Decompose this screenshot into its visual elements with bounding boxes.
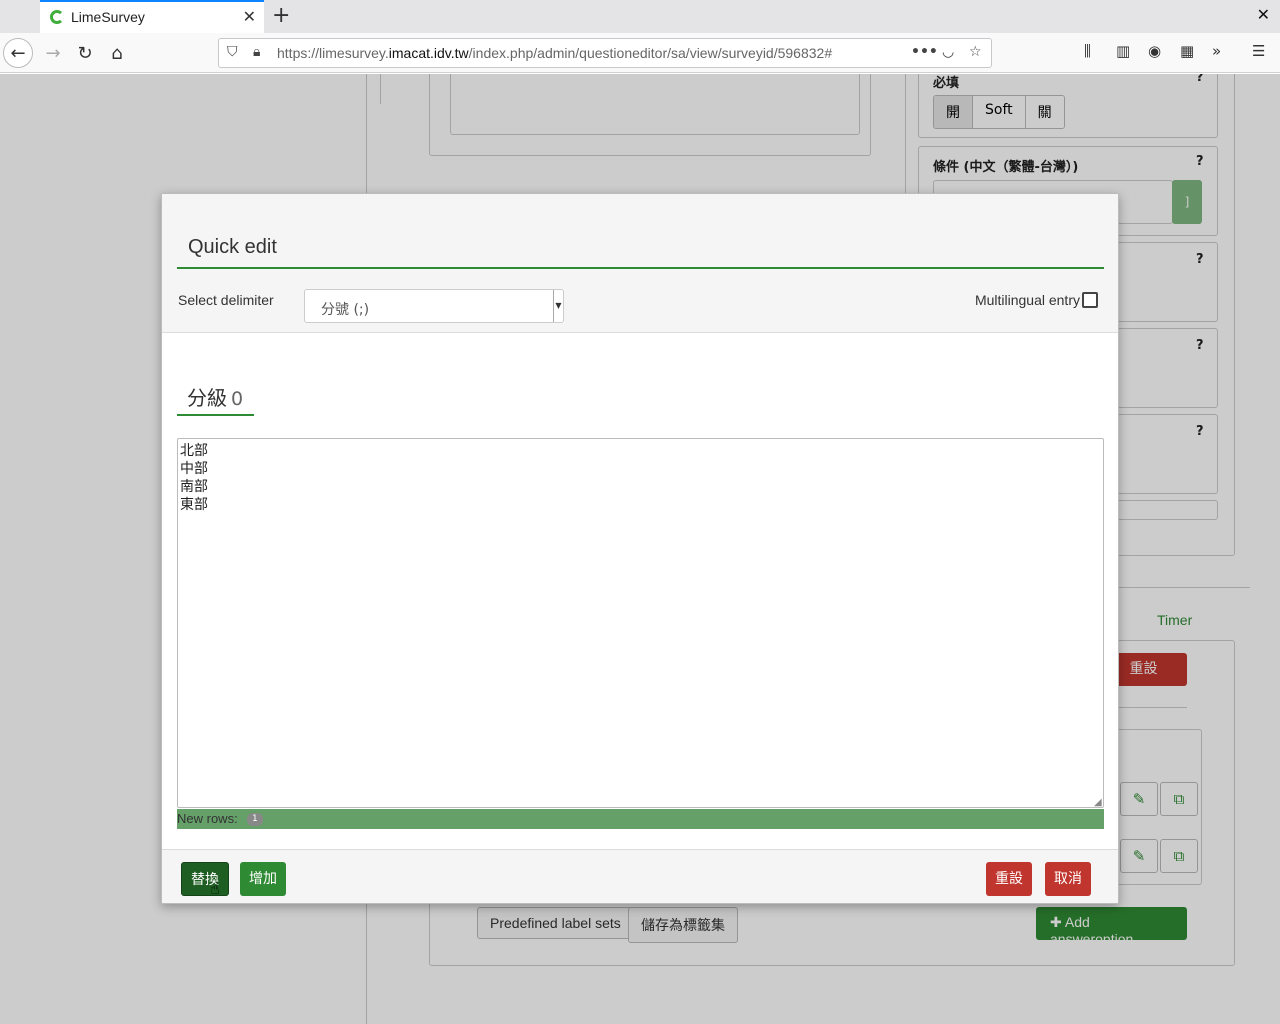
home-icon[interactable]: ⌂ [102, 38, 132, 68]
library-icon[interactable]: ⫼ [1084, 42, 1091, 60]
tab-language[interactable]: 分級 0 [177, 380, 254, 416]
shield-icon[interactable]: ⛉ [227, 44, 238, 60]
lock-icon[interactable]: 🔒︎ [253, 44, 260, 60]
cancel-button[interactable]: 取消 [1045, 862, 1091, 896]
modal-header: Quick edit Select delimiter 分號 (;) ▼ Mul… [162, 194, 1118, 333]
browser-navbar: ← → ↻ ⌂ ⛉ 🔒︎ https://limesurvey.imacat.i… [0, 33, 1280, 73]
section-name: 分級 [187, 386, 227, 410]
pointer-cursor-icon: ☝ [210, 879, 220, 898]
modal-footer: 替換 增加 重設 取消 ☝ [162, 849, 1118, 903]
reload-icon[interactable]: ↻ [70, 38, 100, 68]
delimiter-select[interactable]: 分號 (;) ▼ [304, 289, 564, 323]
sidebar-icon[interactable]: ▥ [1116, 42, 1130, 60]
window-close-icon[interactable]: ✕ [1257, 5, 1270, 24]
replace-button[interactable]: 替換 [181, 862, 229, 896]
delimiter-value: 分號 (;) [321, 302, 370, 318]
limesurvey-favicon-icon [50, 10, 64, 24]
hamburger-menu-icon[interactable]: ☰ [1252, 42, 1265, 60]
quick-edit-textarea[interactable]: 北部 中部 南部 東部 [177, 438, 1104, 808]
extensions-icon[interactable]: ▦ [1180, 42, 1194, 60]
add-button[interactable]: 增加 [240, 862, 286, 896]
quick-edit-modal: Quick edit Select delimiter 分號 (;) ▼ Mul… [161, 193, 1119, 904]
account-icon[interactable]: ◉ [1148, 42, 1161, 60]
more-actions-icon[interactable]: ••• [911, 44, 938, 60]
tab-title: LimeSurvey [71, 9, 145, 25]
new-rows-label: New rows: [177, 811, 238, 826]
tab-close-icon[interactable]: ✕ [243, 7, 256, 26]
title-underline [177, 267, 1104, 269]
pocket-icon[interactable]: ◡ [942, 44, 954, 60]
reset-button[interactable]: 重設 [986, 862, 1032, 896]
overflow-chevron-icon[interactable]: » [1212, 42, 1221, 60]
delimiter-label: Select delimiter [178, 292, 274, 308]
forward-arrow-icon[interactable]: → [38, 38, 68, 68]
url-bar[interactable]: ⛉ 🔒︎ https://limesurvey.imacat.idv.tw/in… [218, 38, 992, 68]
bookmark-star-icon[interactable]: ☆ [969, 44, 982, 60]
dropdown-arrow-icon[interactable]: ▼ [553, 290, 563, 322]
browser-tabbar: LimeSurvey ✕ + ✕ [0, 0, 1280, 34]
new-rows-badge: 1 [247, 813, 263, 826]
url-text[interactable]: https://limesurvey.imacat.idv.tw/index.p… [277, 45, 832, 61]
browser-tab[interactable]: LimeSurvey ✕ [40, 0, 264, 34]
modal-title: Quick edit [188, 236, 277, 258]
new-tab-icon[interactable]: + [272, 3, 290, 29]
multilingual-entry-label: Multilingual entry [974, 292, 1080, 308]
resize-handle-icon[interactable]: ◢ [1094, 797, 1102, 808]
back-arrow-icon[interactable]: ← [3, 38, 33, 68]
section-count: 0 [231, 388, 244, 410]
new-rows-bar: New rows: 1 [177, 809, 1104, 829]
multilingual-entry-checkbox[interactable] [1082, 292, 1098, 308]
